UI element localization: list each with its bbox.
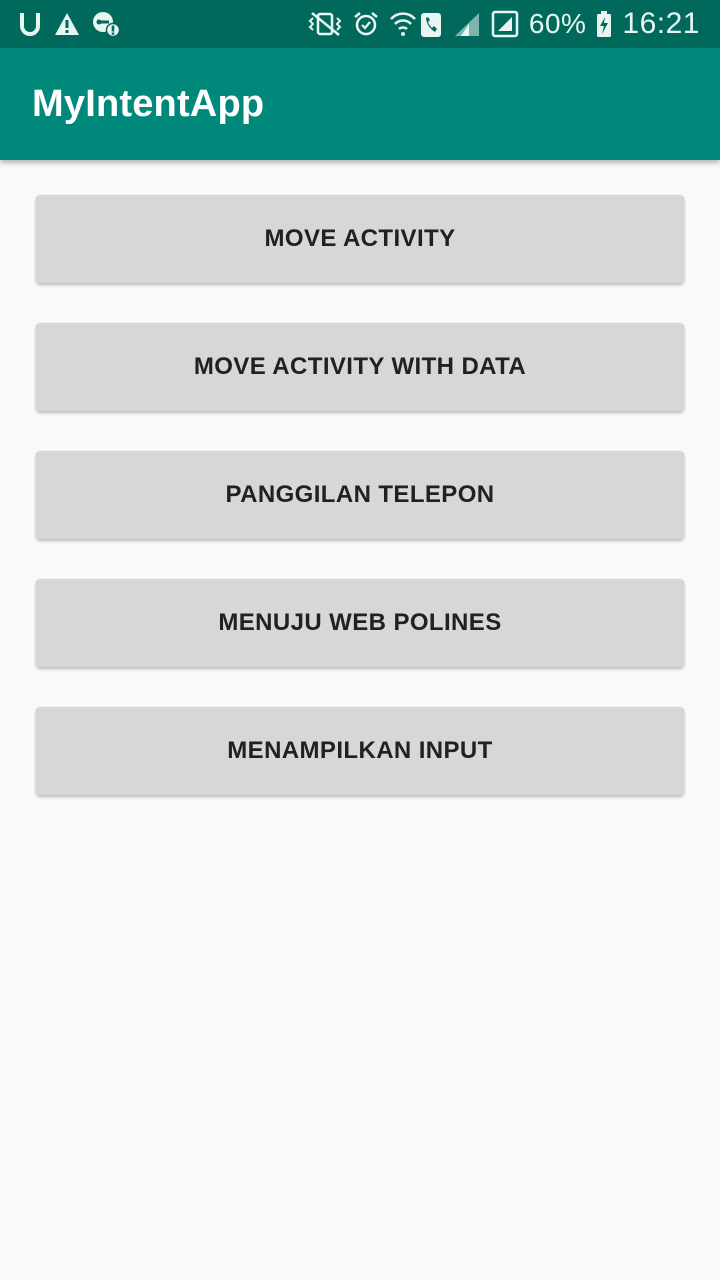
open-web-polines-button[interactable]: MENUJU WEB POLINES <box>36 579 684 667</box>
clock-time: 16:21 <box>622 7 700 40</box>
phone-call-button[interactable]: PANGGILAN TELEPON <box>36 451 684 539</box>
battery-charging-icon <box>596 10 612 38</box>
app-bar: MyIntentApp <box>0 48 720 160</box>
show-input-button[interactable]: MENAMPILKAN INPUT <box>36 707 684 795</box>
move-activity-with-data-button[interactable]: MOVE ACTIVITY WITH DATA <box>36 323 684 411</box>
battery-percent: 60% <box>528 8 587 39</box>
alarm-icon <box>353 11 379 37</box>
vpn-key-icon <box>92 11 120 37</box>
status-bar: 60% 16:21 <box>0 0 720 48</box>
wifi-call-icon <box>389 10 443 38</box>
signal-icon <box>453 11 481 37</box>
app-title: MyIntentApp <box>32 82 265 125</box>
warning-icon <box>54 12 80 36</box>
data-signal-icon <box>491 10 519 38</box>
move-activity-button[interactable]: MOVE ACTIVITY <box>36 195 684 283</box>
u-icon <box>18 11 42 37</box>
vibrate-mute-icon <box>307 11 343 37</box>
status-right-icons: 60% 16:21 <box>297 7 700 41</box>
status-left-icons <box>18 11 132 37</box>
